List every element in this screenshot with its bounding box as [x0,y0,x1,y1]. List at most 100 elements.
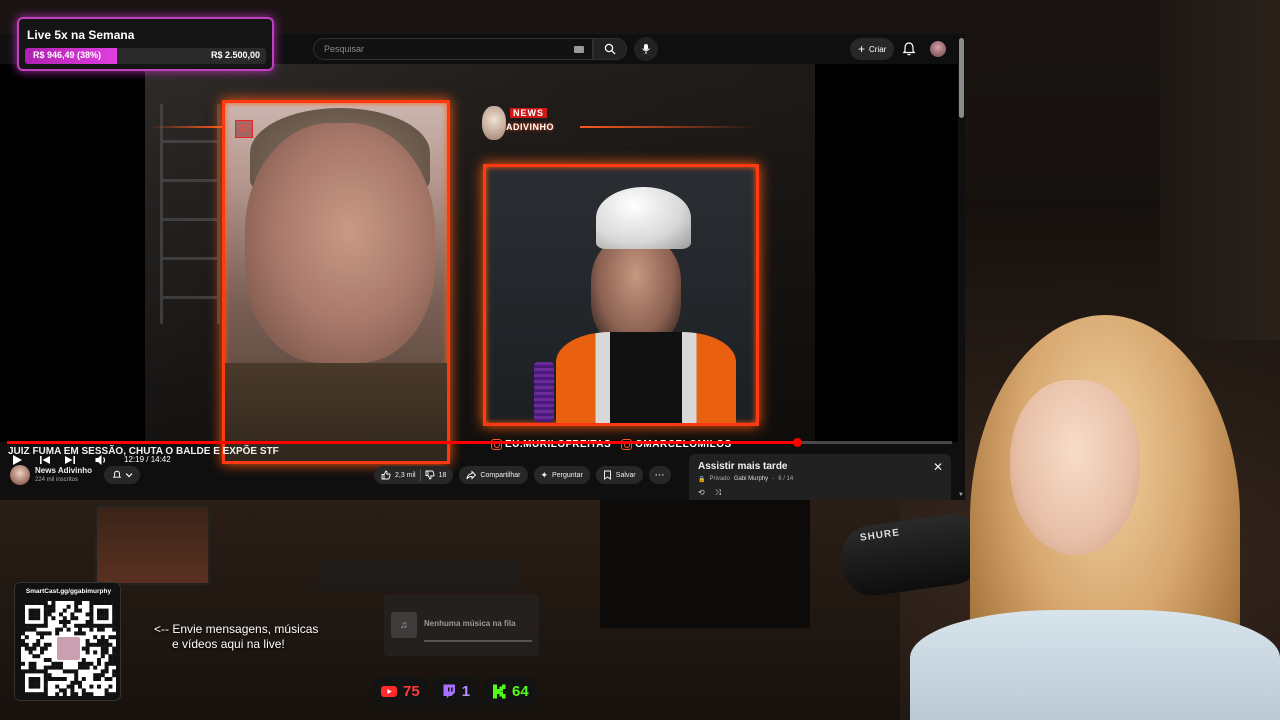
scaffold-graphic [160,104,220,324]
search-placeholder: Pesquisar [324,44,365,54]
skull-icon [482,106,506,140]
streamer-shirt [910,610,1280,720]
decorative-line [580,126,760,128]
goal-progress-bar: R$ 946,49 (38%) R$ 2.500,00 [25,48,266,64]
guest-video-left: ⚖ [222,100,450,464]
bell-icon [112,470,121,478]
search-input[interactable]: Pesquisar [313,38,593,60]
logo-text-bottom: ADIVINHO [506,122,555,132]
mic-icon [642,44,650,54]
music-note-icon: ♫ [391,612,417,638]
thumbs-up-icon [381,470,391,480]
twitch-viewers: 1 [433,677,479,705]
youtube-window: Pesquisar + Criar ▼ ⚖ NEWS ADIVINHO EU.M… [0,34,965,500]
ask-label: Perguntar [552,471,583,479]
video-actions: 2,3 mil 18 Compartilhar ✦ Perguntar Salv… [374,466,671,484]
goal-target: R$ 2.500,00 [210,50,260,60]
like-dislike-button[interactable]: 2,3 mil 18 [374,466,454,484]
goal-current: R$ 946,49 (38%) [33,50,102,60]
share-label: Compartilhar [480,471,521,479]
ask-button[interactable]: ✦ Perguntar [533,466,590,484]
more-actions-button[interactable]: ⋯ [648,466,671,484]
video-player[interactable]: ⚖ NEWS ADIVINHO EU.MURILOFREITAS OMARCEL… [0,64,958,466]
progress-fill [7,441,798,444]
create-button[interactable]: + Criar [850,38,895,60]
youtube-viewer-count: 75 [403,682,420,700]
like-count: 2,3 mil [395,471,416,479]
watch-later-meta: 🔒 Privado Gabi Murphy - 6 / 14 [698,476,793,483]
video-title: JUIZ FUMA EM SESSÃO, CHUTA O BALDE E EXP… [8,446,279,457]
youtube-icon [381,685,397,697]
voice-search-button[interactable] [634,37,658,61]
keyboard-icon[interactable] [574,46,584,53]
twitch-viewer-count: 1 [461,682,471,700]
search-button[interactable] [593,38,627,60]
laptop [95,505,210,585]
qr-code [21,601,116,696]
callout-line-2: e vídeos aqui na live! [172,637,285,651]
thumbs-down-icon [425,470,435,480]
music-queue-empty: Nenhuma música na fila [424,619,516,628]
logo-text-top: NEWS [510,108,547,118]
save-button[interactable]: Salvar [595,466,643,484]
news-adivinho-logo: NEWS ADIVINHO [482,104,562,144]
privacy-label: Privado [709,476,730,482]
host-face [591,237,681,347]
qr-center-avatar [57,637,80,660]
guest-face [245,123,435,363]
viewer-counts: 75 1 64 [373,677,537,707]
playlist-position: 6 / 14 [778,476,794,482]
hard-hat [596,187,691,249]
music-progress [424,640,532,642]
channel-subscribers: 224 mil inscritos [35,477,79,483]
scrollbar-thumb[interactable] [959,38,964,118]
kick-viewers: 64 [484,677,537,705]
scales-icon: ⚖ [235,120,253,138]
safety-vest [556,332,736,423]
create-label: Criar [869,44,887,54]
goal-widget: Live 5x na Semana R$ 946,49 (38%) R$ 2.5… [17,17,274,71]
goal-title: Live 5x na Semana [27,28,135,42]
share-button[interactable]: Compartilhar [459,466,528,484]
chevron-down-icon [125,473,132,478]
channel-name[interactable]: News Adivinho [35,466,92,475]
kick-viewer-count: 64 [512,682,529,700]
bell-icon[interactable] [901,41,917,57]
repeat-icon[interactable]: ⟲ [698,488,705,498]
sparkle-icon: ✦ [540,469,549,480]
progress-bar[interactable] [7,438,952,447]
subscribed-button[interactable] [104,466,140,484]
meta-separator: - [772,476,775,482]
lock-icon: 🔒 [698,477,706,483]
streamer-face [1010,380,1140,555]
decorative-line [148,126,222,128]
shuffle-icon[interactable]: ⤨ [715,488,721,498]
divider [419,469,421,481]
playlist-owner[interactable]: Gabi Murphy [734,476,768,483]
streamer-webcam [890,310,1280,720]
save-label: Salvar [615,471,636,479]
keyboard [317,560,523,590]
send-message-callout: <-- Envie mensagens, músicas e vídeos aq… [154,622,354,652]
channel-avatar[interactable] [10,465,30,485]
kick-icon [493,684,506,698]
watch-later-title[interactable]: Assistir mais tarde [698,461,788,472]
qr-card: SmartCast.gg/ggabimurphy [14,582,121,701]
progress-scrubber[interactable] [793,438,803,447]
bookmark-icon [603,470,611,480]
account-avatar[interactable] [930,41,946,57]
bookshelf [1160,0,1280,340]
search-icon [604,43,616,55]
qr-url: SmartCast.gg/ggabimurphy [25,588,112,595]
host-microphone [534,362,554,422]
playlist-controls: ⟲ ⤨ [698,488,721,498]
callout-line-1: <-- Envie mensagens, músicas [154,622,319,636]
host-video-right [483,164,759,426]
twitch-icon [443,684,455,698]
youtube-viewers: 75 [373,677,428,705]
share-icon [466,470,477,480]
music-queue-widget: ♫ Nenhuma música na fila [384,594,539,656]
monitor-stand [600,498,810,628]
plus-icon: + [858,42,866,56]
dislike-count: 18 [438,471,447,479]
